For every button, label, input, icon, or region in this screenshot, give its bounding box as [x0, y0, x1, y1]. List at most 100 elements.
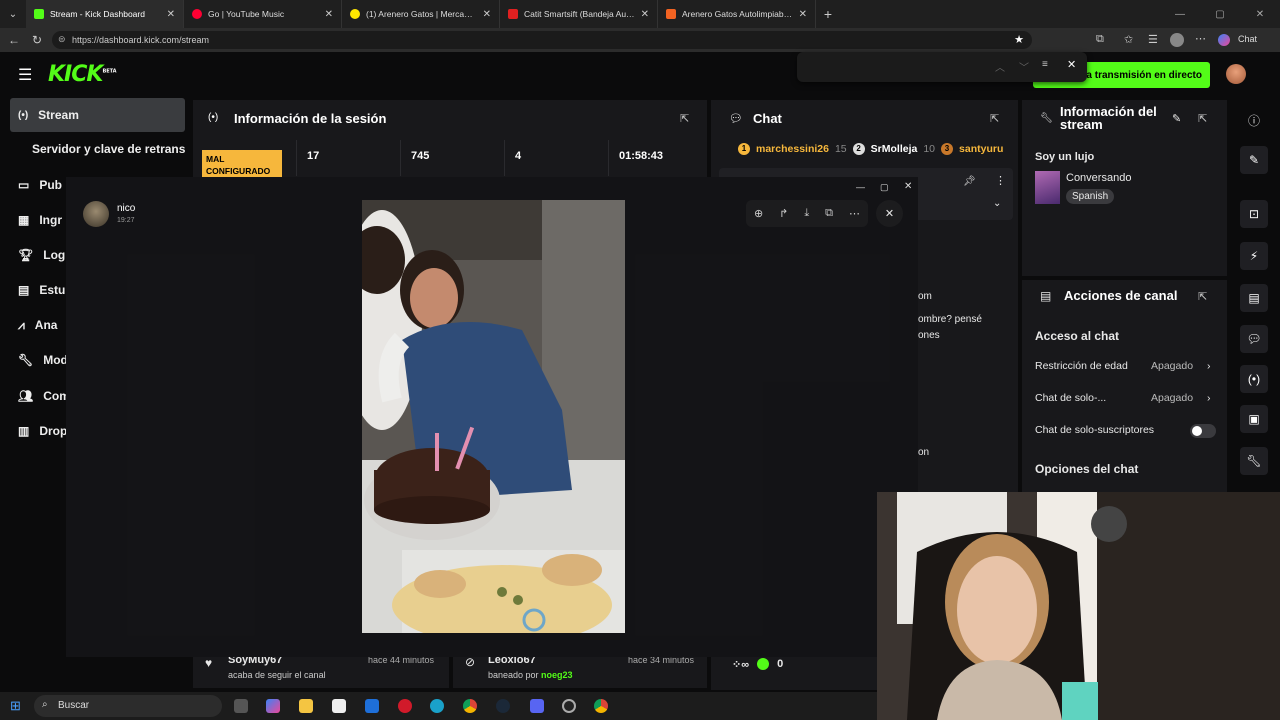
sender-avatar: [83, 201, 109, 227]
close-tab-icon[interactable]: ✕: [641, 9, 649, 20]
sender-time: 19:27: [117, 217, 135, 224]
hamburger-menu-icon[interactable]: ☰: [18, 65, 32, 85]
obs-icon[interactable]: [562, 699, 576, 713]
channel-rail-button[interactable]: ▣: [1240, 405, 1268, 433]
chrome-icon[interactable]: [463, 699, 477, 713]
maximize-icon[interactable]: ▢: [1200, 9, 1240, 20]
popout-icon[interactable]: ⇱: [680, 112, 689, 125]
chat-rail-button[interactable]: 💬︎: [1240, 325, 1268, 353]
youtube-music-favicon-icon: [192, 9, 202, 19]
followers-only-row[interactable]: Chat de solo-... Apagado ›: [1035, 392, 1217, 404]
lightning-rail-button[interactable]: ⚡︎: [1240, 242, 1268, 270]
viewer-maximize-icon[interactable]: ▢: [880, 182, 889, 193]
find-options-icon[interactable]: ≡: [1042, 59, 1048, 70]
back-icon[interactable]: ←: [8, 33, 20, 47]
tab-mercadolibre[interactable]: (1) Arenero Gatos | MercadoLibre 📦 ✕: [342, 0, 500, 28]
download-icon[interactable]: ⤓: [804, 207, 809, 220]
tab-kick-dashboard[interactable]: Stream - Kick Dashboard ✕: [26, 0, 184, 28]
chevron-down-icon[interactable]: ⌄: [993, 198, 1001, 209]
subscribers-only-row: Chat de solo-suscriptores: [1035, 424, 1155, 436]
share-icon[interactable]: ↱: [779, 207, 788, 220]
rank-3-badge: 3: [941, 143, 954, 155]
site-info-icon[interactable]: ⊜: [58, 34, 66, 45]
sidebar-item-stream[interactable]: (•) Stream: [10, 98, 185, 132]
shared-photo[interactable]: [362, 200, 625, 633]
viewer-close-button[interactable]: ✕: [876, 200, 903, 227]
info-icon[interactable]: ⓘ: [1248, 112, 1260, 129]
find-next-icon[interactable]: ﹀: [1019, 59, 1029, 74]
top-chatter-name[interactable]: santyuru: [959, 143, 1003, 155]
notes-rail-button[interactable]: ▤: [1240, 284, 1268, 312]
channel-actions-popout-icon[interactable]: ⇱: [1198, 290, 1207, 303]
collections-icon[interactable]: ☰: [1148, 33, 1158, 46]
profile-avatar[interactable]: [1170, 33, 1184, 47]
windows-start-icon[interactable]: ⊞: [10, 698, 21, 714]
wrench-rail-button[interactable]: 🔧︎: [1240, 447, 1268, 475]
find-prev-icon[interactable]: ︿: [995, 59, 1005, 74]
extensions-icon[interactable]: ⧉: [1096, 33, 1104, 46]
viewer-close-window-icon[interactable]: ✕: [904, 181, 912, 192]
sidebar-item-server-key[interactable]: Servidor y clave de retransm: [10, 132, 185, 166]
taskbar-search-box[interactable]: ⌕ Buscar: [34, 695, 222, 717]
zoom-icon[interactable]: ⊕: [754, 207, 763, 220]
user-avatar[interactable]: [1226, 64, 1246, 84]
browser-tab-bar: ⌄ Stream - Kick Dashboard ✕ Go | YouTube…: [0, 0, 1280, 28]
reload-icon[interactable]: ↻: [32, 33, 42, 47]
favorites-icon[interactable]: ✩: [1124, 33, 1133, 46]
more-menu-icon[interactable]: ⋯: [1195, 32, 1206, 45]
age-restriction-row[interactable]: Restricción de edad Apagado ›: [1035, 360, 1217, 372]
close-tab-icon[interactable]: ✕: [167, 9, 175, 20]
outlook-icon[interactable]: [365, 699, 379, 713]
subscribers-only-toggle[interactable]: [1190, 424, 1216, 438]
broadcast-rail-button[interactable]: (•): [1240, 365, 1268, 393]
edge-icon[interactable]: [430, 699, 444, 713]
file-explorer-icon[interactable]: [299, 699, 313, 713]
clip-rail-button[interactable]: ⊡: [1240, 200, 1268, 228]
open-external-icon[interactable]: ⧉: [825, 207, 833, 220]
tab-arenero[interactable]: Arenero Gatos Autolimpiable, Aren ✕: [658, 0, 816, 28]
opera-icon[interactable]: [398, 699, 412, 713]
find-close-icon[interactable]: ✕: [1067, 58, 1076, 71]
monitor-icon: ▭: [18, 178, 30, 192]
drops-icon: ▥: [18, 424, 30, 438]
top-chatter-name[interactable]: marchessini26: [756, 143, 829, 155]
steam-icon[interactable]: [496, 699, 510, 713]
new-tab-button[interactable]: +: [816, 6, 840, 22]
copilot-taskbar-icon[interactable]: [266, 699, 280, 713]
chat-popout-icon[interactable]: ⇱: [990, 112, 999, 125]
more-options-icon[interactable]: ⋮: [995, 174, 1006, 187]
wrench-icon: 🔧︎: [18, 353, 34, 367]
category-name: Conversando: [1066, 172, 1132, 184]
task-view-icon[interactable]: [234, 699, 248, 713]
discord-icon[interactable]: [530, 699, 544, 713]
rank-1-badge: 1: [738, 143, 750, 155]
minimize-icon[interactable]: —: [1160, 9, 1200, 20]
moderator-name[interactable]: noeg23: [541, 670, 573, 680]
tab-catit[interactable]: Catit Smartsift (Bandeja Auto Limp ✕: [500, 0, 658, 28]
trophy-icon: 🏆︎: [18, 248, 34, 262]
chrome-profile-icon[interactable]: [594, 699, 608, 713]
close-tab-icon[interactable]: ✕: [799, 9, 807, 20]
url-field[interactable]: ⊜ https://dashboard.kick.com/stream ★: [52, 31, 1032, 49]
activity-desc: baneado por noeg23: [488, 670, 573, 680]
copilot-chat-label[interactable]: Chat: [1238, 34, 1257, 44]
store-icon[interactable]: [332, 699, 346, 713]
pin-icon[interactable]: 📌︎: [963, 176, 976, 187]
close-tab-icon[interactable]: ✕: [483, 9, 491, 20]
wrench-icon: 🔧︎: [1040, 113, 1053, 124]
kick-logo[interactable]: KICKBETA: [48, 62, 117, 87]
tab-youtube-music[interactable]: Go | YouTube Music ✕: [184, 0, 342, 28]
stream-info-popout-icon[interactable]: ⇱: [1198, 112, 1207, 125]
favorite-star-icon[interactable]: ★: [1014, 33, 1024, 46]
viewer-minimize-icon[interactable]: —: [856, 182, 865, 192]
channel-actions-icon: ▤: [1040, 289, 1052, 303]
more-icon[interactable]: ⋯: [849, 207, 860, 220]
close-window-icon[interactable]: ✕: [1240, 9, 1280, 20]
close-tab-icon[interactable]: ✕: [325, 9, 333, 20]
edit-rail-button[interactable]: ✎: [1240, 146, 1268, 174]
copilot-icon[interactable]: [1218, 34, 1230, 46]
edit-icon[interactable]: ✎: [1172, 112, 1181, 125]
webcam-overlay: [877, 492, 1280, 720]
tab-actions-button[interactable]: ⌄: [0, 9, 26, 20]
top-chatter-name[interactable]: SrMolleja: [871, 143, 918, 155]
